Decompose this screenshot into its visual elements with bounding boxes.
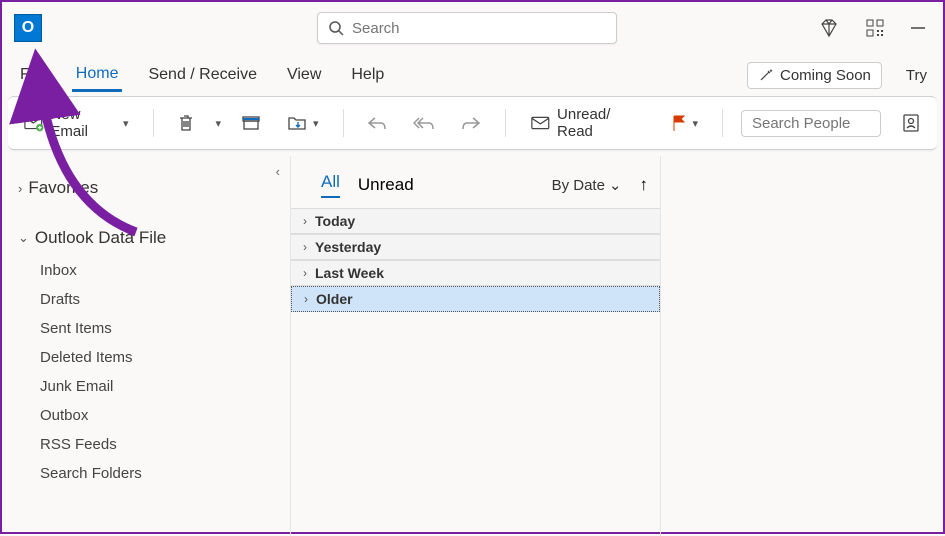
title-bar: O — [2, 2, 943, 54]
menu-help[interactable]: Help — [347, 60, 388, 90]
new-email-button[interactable]: New Email ▾ — [18, 102, 135, 144]
move-folder-icon — [287, 114, 307, 132]
contact-card-icon — [901, 113, 921, 133]
chevron-right-icon: › — [303, 240, 307, 254]
filter-tab-unread[interactable]: Unread — [358, 175, 414, 195]
folder-deleted-items[interactable]: Deleted Items — [36, 343, 282, 372]
reply-all-icon — [413, 115, 435, 131]
envelope-icon — [530, 114, 551, 132]
group-label: Last Week — [315, 265, 384, 281]
datafile-label: Outlook Data File — [35, 228, 166, 248]
outlook-logo-icon: O — [14, 14, 42, 42]
sort-by-label: By Date — [552, 177, 605, 194]
folder-search-folders[interactable]: Search Folders — [36, 459, 282, 488]
coming-soon-button[interactable]: Coming Soon — [747, 62, 882, 89]
reply-all-button[interactable] — [407, 111, 441, 135]
coming-soon-label: Coming Soon — [780, 67, 871, 84]
sort-direction-button[interactable]: ↑ — [640, 175, 649, 195]
chevron-right-icon: › — [303, 266, 307, 280]
reading-pane — [660, 156, 943, 536]
reply-button[interactable] — [361, 111, 393, 135]
collapse-sidebar-icon[interactable]: ‹ — [276, 164, 280, 179]
group-last-week[interactable]: › Last Week — [291, 260, 660, 286]
archive-button[interactable] — [235, 110, 267, 136]
search-people-input[interactable] — [741, 110, 881, 137]
minimize-icon[interactable] — [911, 21, 925, 35]
trash-icon — [177, 113, 195, 133]
group-yesterday[interactable]: › Yesterday — [291, 234, 660, 260]
try-button[interactable]: Try — [904, 63, 929, 88]
move-caret-icon: ▾ — [313, 117, 319, 130]
qr-code-icon[interactable] — [865, 18, 885, 38]
chevron-down-icon: ⌄ — [18, 230, 29, 246]
folder-drafts[interactable]: Drafts — [36, 285, 282, 314]
message-list-pane: All Unread By Date ⌄ ↑ › Today › Yesterd… — [290, 156, 660, 536]
menu-bar: File Home Send / Receive View Help Comin… — [2, 54, 943, 96]
delete-button[interactable] — [171, 109, 201, 137]
folder-junk-email[interactable]: Junk Email — [36, 372, 282, 401]
sort-by-dropdown[interactable]: By Date ⌄ — [552, 176, 622, 194]
list-header: All Unread By Date ⌄ ↑ — [291, 166, 660, 208]
premium-diamond-icon[interactable] — [819, 18, 839, 38]
unread-read-label: Unread/ Read — [557, 106, 645, 140]
new-email-icon — [24, 113, 44, 133]
folder-inbox[interactable]: Inbox — [36, 256, 282, 285]
global-search-box[interactable] — [317, 12, 617, 44]
flag-icon — [671, 114, 687, 132]
forward-button[interactable] — [455, 111, 487, 135]
flag-button[interactable]: ▾ — [665, 110, 705, 136]
global-search-input[interactable] — [352, 20, 606, 37]
chevron-down-icon: ⌄ — [609, 176, 622, 194]
folder-rss-feeds[interactable]: RSS Feeds — [36, 430, 282, 459]
folder-outbox[interactable]: Outbox — [36, 401, 282, 430]
datafile-group[interactable]: ⌄ Outlook Data File — [14, 220, 282, 256]
titlebar-right — [819, 18, 933, 38]
new-email-caret-icon: ▾ — [123, 117, 129, 130]
unread-read-button[interactable]: Unread/ Read — [524, 102, 650, 144]
ribbon-toolbar: New Email ▾ ▾ ▾ Unread/ Read ▾ — [8, 96, 937, 150]
archive-icon — [241, 114, 261, 132]
favorites-group[interactable]: › Favorites — [14, 170, 282, 206]
group-label: Yesterday — [315, 239, 381, 255]
main-area: ‹ › Favorites ⌄ Outlook Data File Inbox … — [2, 156, 943, 536]
chevron-right-icon: › — [18, 181, 22, 196]
flag-caret-icon: ▾ — [693, 117, 699, 130]
group-label: Older — [316, 291, 353, 307]
chevron-right-icon: › — [303, 214, 307, 228]
address-book-button[interactable] — [895, 109, 927, 137]
delete-caret-icon[interactable]: ▾ — [215, 117, 221, 130]
search-icon — [328, 20, 344, 36]
menu-home[interactable]: Home — [72, 59, 123, 92]
new-email-label: New Email — [50, 106, 117, 140]
menu-file[interactable]: File — [16, 60, 50, 90]
forward-icon — [461, 115, 481, 131]
move-button[interactable]: ▾ — [281, 110, 325, 136]
menu-send-receive[interactable]: Send / Receive — [144, 60, 261, 90]
filter-tab-all[interactable]: All — [321, 172, 340, 198]
chevron-right-icon: › — [304, 292, 308, 306]
sparkle-wand-icon — [758, 67, 774, 83]
favorites-label: Favorites — [28, 178, 98, 198]
group-older[interactable]: › Older — [291, 286, 660, 312]
folder-sidebar: ‹ › Favorites ⌄ Outlook Data File Inbox … — [2, 156, 290, 536]
group-today[interactable]: › Today — [291, 208, 660, 234]
folder-list: Inbox Drafts Sent Items Deleted Items Ju… — [14, 256, 282, 488]
folder-sent-items[interactable]: Sent Items — [36, 314, 282, 343]
reply-icon — [367, 115, 387, 131]
search-container — [317, 12, 617, 44]
menu-view[interactable]: View — [283, 60, 325, 90]
logo-letter: O — [22, 19, 34, 37]
group-label: Today — [315, 213, 355, 229]
